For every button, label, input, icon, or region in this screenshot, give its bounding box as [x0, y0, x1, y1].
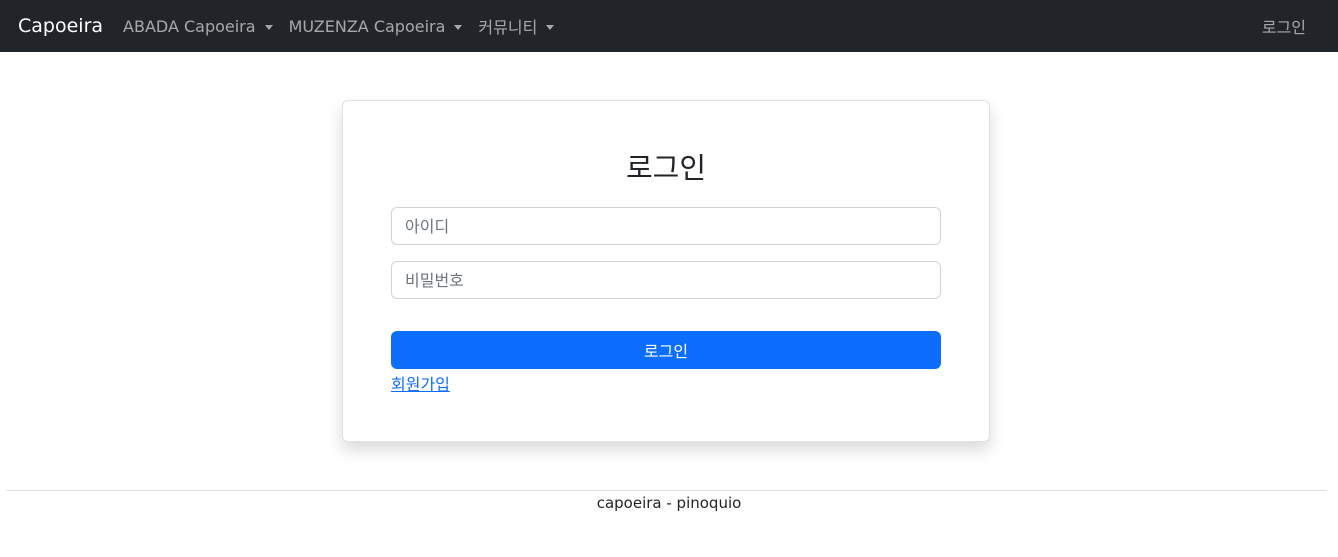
- login-title: 로그인: [625, 151, 707, 185]
- footer-text: capoeira - pinoquio: [596, 494, 742, 512]
- password-input[interactable]: [391, 261, 941, 299]
- caret-down-icon: [454, 24, 463, 30]
- nav-dropdown-community-label: 커뮤니티: [478, 18, 538, 37]
- top-navbar: Capoeira ABADA Capoeira MUZENZA Capoeira…: [0, 0, 1338, 52]
- nav-dropdown-abada[interactable]: ABADA Capoeira: [123, 17, 273, 36]
- nav-dropdown-community[interactable]: 커뮤니티: [478, 14, 555, 38]
- login-card: 로그인 로그인 회원가입: [342, 100, 990, 442]
- footer-divider: [6, 490, 1327, 491]
- nav-dropdown-muzenza[interactable]: MUZENZA Capoeira: [289, 17, 463, 36]
- nav-login-link[interactable]: 로그인: [1262, 14, 1306, 38]
- signup-link[interactable]: 회원가입: [391, 371, 450, 395]
- brand-link[interactable]: Capoeira: [18, 15, 103, 37]
- nav-dropdown-abada-label: ABADA Capoeira: [123, 16, 256, 36]
- caret-down-icon: [546, 24, 555, 30]
- nav-dropdown-muzenza-label: MUZENZA Capoeira: [288, 16, 446, 36]
- username-input[interactable]: [391, 207, 941, 245]
- login-submit-button[interactable]: 로그인: [391, 331, 941, 369]
- caret-down-icon: [264, 24, 273, 30]
